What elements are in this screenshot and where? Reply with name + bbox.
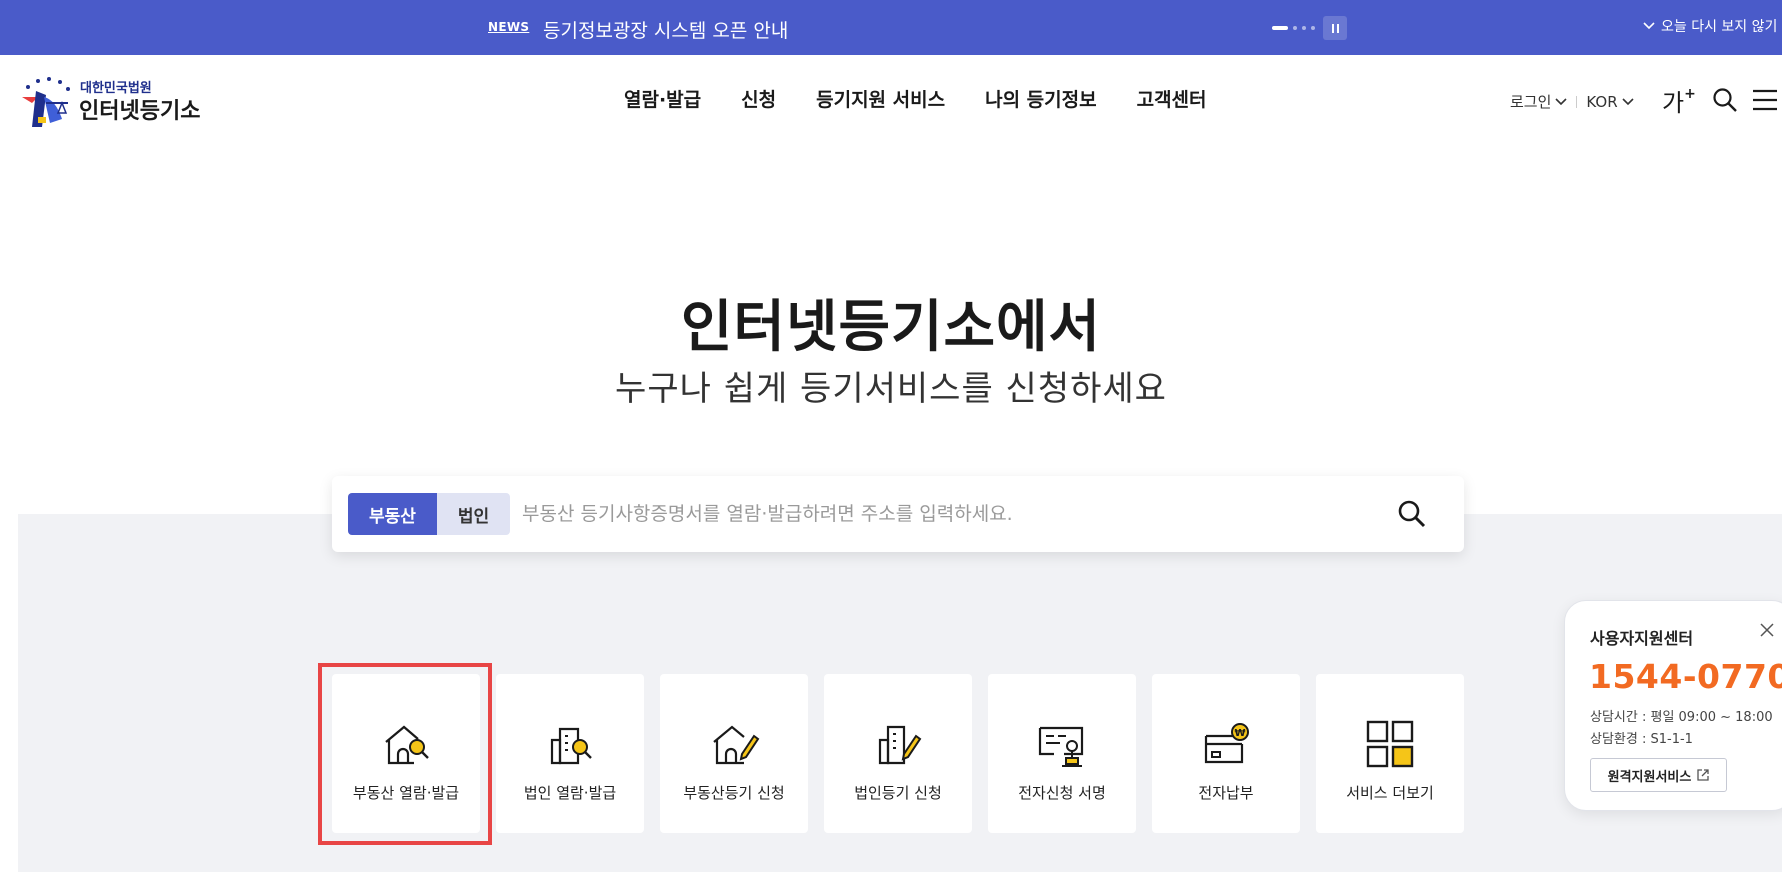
nav-item-apply[interactable]: 신청: [741, 85, 776, 112]
quick-menu-label: 법인등기 신청: [854, 784, 942, 802]
login-label: 로그인: [1510, 93, 1552, 111]
divider: [1576, 95, 1578, 108]
quick-menu-real-estate-view[interactable]: 부동산 열람·발급: [332, 674, 480, 833]
quick-menu-more-services[interactable]: 서비스 더보기: [1316, 674, 1464, 833]
news-dismiss-label: 오늘 다시 보지 않기: [1661, 19, 1778, 35]
news-dot-active[interactable]: [1272, 26, 1288, 30]
site-header: 대한민국법원 인터넷등기소 열람·발급 신청 등기지원 서비스 나의 등기정보 …: [0, 55, 1782, 145]
news-dot[interactable]: [1311, 26, 1315, 30]
search-box: 부동산 법인: [332, 476, 1464, 552]
nav-item-view-issue[interactable]: 열람·발급: [624, 85, 701, 112]
svg-text:₩: ₩: [1234, 728, 1245, 739]
logo-title: 인터넷등기소: [79, 99, 201, 124]
font-size-label: 가: [1662, 89, 1685, 117]
font-size-plus: +: [1684, 86, 1696, 102]
login-dropdown[interactable]: 로그인: [1510, 91, 1567, 112]
remote-support-button[interactable]: 원격지원서비스: [1590, 758, 1727, 792]
tab-corporation[interactable]: 법인: [437, 493, 510, 535]
court-emblem-icon: [22, 77, 70, 127]
search-submit-icon[interactable]: [1396, 498, 1428, 530]
language-label: KOR: [1586, 92, 1618, 111]
news-title-link[interactable]: 등기정보광장 시스템 오픈 안내: [543, 16, 788, 43]
nav-item-customer-center[interactable]: 고객센터: [1137, 85, 1207, 112]
page: NEWS 등기정보광장 시스템 오픈 안내 오늘 다시 보지 않기 대한민국법원…: [0, 0, 1782, 872]
hamburger-menu-icon[interactable]: [1752, 89, 1778, 111]
font-size-button[interactable]: 가+: [1662, 83, 1696, 118]
main-nav: 열람·발급 신청 등기지원 서비스 나의 등기정보 고객센터: [624, 85, 1207, 112]
hero-subtitle: 누구나 쉽게 등기서비스를 신청하세요: [615, 369, 1167, 409]
quick-menu-label: 부동산등기 신청: [683, 784, 785, 802]
grid-more-icon: [1366, 720, 1414, 768]
search-type-tabs: 부동산 법인: [348, 493, 510, 535]
e-sign-icon: [1038, 726, 1084, 767]
language-dropdown[interactable]: KOR: [1586, 92, 1634, 111]
support-title: 사용자지원센터: [1590, 629, 1694, 648]
house-pen-icon: [713, 725, 760, 765]
news-pause-button[interactable]: [1323, 16, 1347, 40]
quick-menu: 부동산 열람·발급 법인 열람·발급 부동산등기 신청 법인등기 신청 전자신청…: [332, 674, 1464, 833]
quick-menu-corporation-view[interactable]: 법인 열람·발급: [496, 674, 644, 833]
e-payment-icon: ₩: [1204, 723, 1249, 764]
pause-icon: [1331, 23, 1334, 33]
site-logo[interactable]: 대한민국법원 인터넷등기소: [18, 73, 208, 129]
nav-item-support-service[interactable]: 등기지원 서비스: [816, 85, 945, 112]
quick-menu-label: 부동산 열람·발급: [352, 784, 460, 802]
support-env: 상담환경 : S1-1-1: [1590, 732, 1693, 747]
quick-menu-e-signature[interactable]: 전자신청 서명: [988, 674, 1136, 833]
external-link-icon: [1697, 769, 1710, 781]
support-phone: 1544-0770: [1589, 657, 1782, 696]
building-search-icon: [550, 727, 592, 765]
quick-menu-label: 전자신청 서명: [1018, 784, 1106, 802]
support-hours: 상담시간 : 평일 09:00 ~ 18:00: [1590, 710, 1773, 725]
news-tag: NEWS: [488, 20, 530, 34]
quick-menu-real-estate-apply[interactable]: 부동산등기 신청: [660, 674, 808, 833]
nav-item-my-info[interactable]: 나의 등기정보: [985, 85, 1097, 112]
chevron-down-icon: [1622, 97, 1634, 105]
remote-support-label: 원격지원서비스: [1607, 769, 1692, 785]
quick-menu-label: 서비스 더보기: [1346, 784, 1434, 802]
building-pen-icon: [878, 725, 922, 765]
news-pagination[interactable]: [1272, 26, 1315, 30]
close-icon[interactable]: [1760, 623, 1774, 637]
news-dismiss-today-button[interactable]: 오늘 다시 보지 않기: [1643, 16, 1777, 36]
utility-menu: 로그인 KOR: [1510, 91, 1634, 112]
news-dot[interactable]: [1302, 26, 1306, 30]
quick-menu-label: 전자납부: [1198, 784, 1254, 802]
search-icon[interactable]: [1712, 87, 1738, 113]
support-center-panel: 사용자지원센터 1544-0770 상담시간 : 평일 09:00 ~ 18:0…: [1564, 600, 1782, 811]
quick-menu-label: 법인 열람·발급: [523, 784, 617, 802]
quick-menu-e-payment[interactable]: ₩ 전자납부: [1152, 674, 1300, 833]
chevron-down-icon: [1643, 22, 1655, 30]
quick-menu-corporation-apply[interactable]: 법인등기 신청: [824, 674, 972, 833]
chevron-down-icon: [1555, 97, 1567, 105]
address-search-input[interactable]: [522, 498, 1382, 530]
support-info: 상담시간 : 평일 09:00 ~ 18:00 상담환경 : S1-1-1: [1590, 707, 1773, 751]
tab-real-estate[interactable]: 부동산: [348, 493, 437, 535]
house-search-icon: [385, 725, 429, 765]
news-dot[interactable]: [1293, 26, 1297, 30]
hero-title: 인터넷등기소에서: [680, 295, 1102, 360]
news-bar: NEWS 등기정보광장 시스템 오픈 안내 오늘 다시 보지 않기: [0, 0, 1782, 55]
